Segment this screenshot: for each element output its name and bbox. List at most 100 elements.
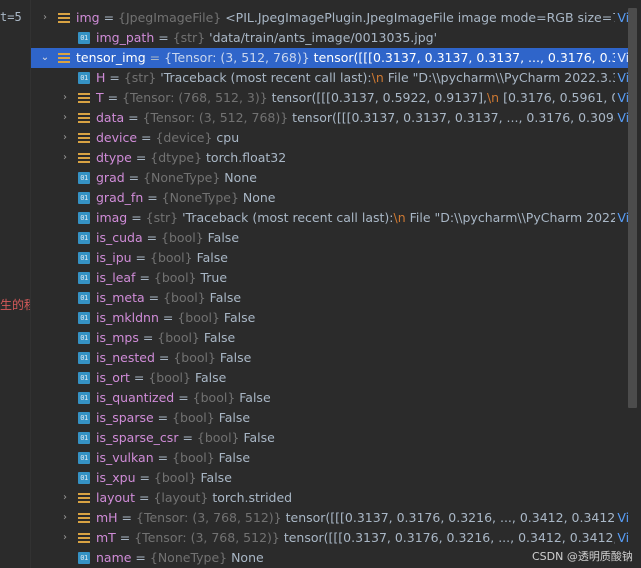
expand-arrow-icon[interactable]: › — [59, 488, 71, 508]
view-link[interactable]: View — [615, 528, 629, 548]
variable-name: is_nested — [96, 350, 155, 365]
variable-type: {bool} — [163, 290, 206, 305]
variable-row-is-xpu[interactable]: 01 is_xpu = {bool} False — [31, 468, 629, 488]
view-link[interactable]: View — [615, 68, 629, 88]
variable-type: {NoneType} — [143, 170, 221, 185]
variable-value: None — [227, 550, 264, 565]
variable-row-grad[interactable]: 01 grad = {NoneType} None — [31, 168, 629, 188]
list-field-icon — [78, 492, 90, 504]
variable-row-layout[interactable]: › layout = {layout} torch.strided — [31, 488, 629, 508]
primitive-field-icon: 01 — [78, 312, 90, 324]
variable-row-h[interactable]: 01 H = {str} 'Traceback (most recent call… — [31, 68, 629, 88]
equals-sign: = — [135, 270, 154, 285]
variable-row-mt[interactable]: › mT = {Tensor: (3, 768, 512)} tensor([[[… — [31, 528, 629, 548]
primitive-field-icon: 01 — [78, 432, 90, 444]
variable-row-is-sparse[interactable]: 01 is_sparse = {bool} False — [31, 408, 629, 428]
variable-row-is-vulkan[interactable]: 01 is_vulkan = {bool} False — [31, 448, 629, 468]
variable-text: layout = {layout} torch.strided — [96, 488, 292, 508]
primitive-field-icon: 01 — [78, 292, 90, 304]
primitive-field-icon: 01 — [78, 332, 90, 344]
variable-row-tensor-img[interactable]: ⌄ tensor_img = {Tensor: (3, 512, 768)} te… — [31, 48, 629, 68]
expand-arrow-icon[interactable]: › — [59, 108, 71, 128]
variable-type: {bool} — [153, 470, 197, 485]
primitive-field-icon: 01 — [78, 192, 90, 204]
variable-name: dtype — [96, 150, 132, 165]
scrollbar-thumb[interactable] — [628, 8, 637, 408]
variable-row-data[interactable]: › data = {Tensor: (3, 512, 768)} tensor([… — [31, 108, 629, 128]
variable-row-device[interactable]: › device = {device} cpu — [31, 128, 629, 148]
variable-type: {bool} — [173, 350, 216, 365]
variable-row-is-sparse-csr[interactable]: 01 is_sparse_csr = {bool} False — [31, 428, 629, 448]
expand-arrow-icon[interactable]: › — [59, 528, 71, 548]
variable-row-mh[interactable]: › mH = {Tensor: (3, 768, 512)} tensor([[[… — [31, 508, 629, 528]
variable-value: False — [235, 390, 271, 405]
variable-row-is-ipu[interactable]: 01 is_ipu = {bool} False — [31, 248, 629, 268]
view-link[interactable]: View — [615, 108, 629, 128]
variable-value: None — [220, 170, 257, 185]
variable-row-is-quantized[interactable]: 01 is_quantized = {bool} False — [31, 388, 629, 408]
variable-name: mH — [96, 510, 118, 525]
list-field-icon — [58, 52, 70, 64]
primitive-field-icon: 01 — [78, 352, 90, 364]
equals-sign: = — [174, 390, 193, 405]
expand-arrow-icon[interactable]: › — [59, 508, 71, 528]
expand-arrow-icon[interactable]: › — [59, 128, 71, 148]
expand-arrow-icon[interactable]: › — [39, 8, 51, 28]
variable-type: {bool} — [161, 230, 204, 245]
variable-row-is-meta[interactable]: 01 is_meta = {bool} False — [31, 288, 629, 308]
variable-row-is-mps[interactable]: 01 is_mps = {bool} False — [31, 328, 629, 348]
variable-value: False — [214, 450, 251, 465]
variable-type: {Tensor: (3, 768, 512)} — [136, 510, 282, 525]
variable-name: is_sparse_csr — [96, 430, 179, 445]
variable-type: {Tensor: (768, 512, 3)} — [122, 90, 268, 105]
variable-text: is_ipu = {bool} False — [96, 248, 228, 268]
variable-row-img[interactable]: › img = {JpegImageFile} <PIL.JpegImagePlu… — [31, 8, 629, 28]
variable-row-dtype[interactable]: › dtype = {dtype} torch.float32 — [31, 148, 629, 168]
variable-name: img — [76, 10, 100, 25]
variable-row-is-mkldnn[interactable]: 01 is_mkldnn = {bool} False — [31, 308, 629, 328]
variable-value: False — [215, 350, 252, 365]
variable-row-img-path[interactable]: 01 img_path = {str} 'data/train/ants_imag… — [31, 28, 629, 48]
variables-tree[interactable]: › img = {JpegImageFile} <PIL.JpegImagePlu… — [31, 8, 629, 568]
expand-arrow-icon[interactable]: › — [59, 148, 71, 168]
variable-row-grad-fn[interactable]: 01 grad_fn = {NoneType} None — [31, 188, 629, 208]
view-link[interactable]: View — [615, 208, 629, 228]
variable-text: is_nested = {bool} False — [96, 348, 251, 368]
variable-name: layout — [96, 490, 136, 505]
variable-text: T = {Tensor: (768, 512, 3)} tensor([[[0.… — [96, 88, 629, 108]
equals-sign: = — [154, 30, 173, 45]
equals-sign: = — [143, 190, 162, 205]
variable-name: is_ort — [96, 370, 130, 385]
variable-type: {Tensor: (3, 768, 512)} — [134, 530, 280, 545]
variable-name: is_mkldnn — [96, 310, 159, 325]
equals-sign: = — [124, 170, 144, 185]
view-link[interactable]: View — [615, 88, 629, 108]
list-field-icon — [78, 532, 90, 544]
list-field-icon — [78, 152, 90, 164]
variable-text: is_vulkan = {bool} False — [96, 448, 250, 468]
variable-name: grad_fn — [96, 190, 144, 205]
watermark: CSDN @透明质酸钠 — [532, 550, 633, 563]
variable-value-continued: File "D:\\pycharm\\PyCharm 2022.3.3\\plu… — [409, 210, 629, 225]
escape-sequence: \n — [486, 90, 500, 105]
variable-name: is_sparse — [96, 410, 154, 425]
primitive-field-icon: 01 — [78, 232, 90, 244]
variable-row-is-leaf[interactable]: 01 is_leaf = {bool} True — [31, 268, 629, 288]
view-link[interactable]: View — [615, 48, 629, 68]
view-link[interactable]: View — [615, 508, 629, 528]
variable-name: is_meta — [96, 290, 145, 305]
variable-row-is-ort[interactable]: 01 is_ort = {bool} False — [31, 368, 629, 388]
variable-type: {layout} — [153, 490, 209, 505]
variable-row-t[interactable]: › T = {Tensor: (768, 512, 3)} tensor([[[0… — [31, 88, 629, 108]
variable-text: dtype = {dtype} torch.float32 — [96, 148, 286, 168]
variable-row-is-cuda[interactable]: 01 is_cuda = {bool} False — [31, 228, 629, 248]
escape-sequence: \n — [371, 70, 384, 85]
view-link[interactable]: View — [615, 8, 629, 28]
variable-row-imag[interactable]: 01 imag = {str} 'Traceback (most recent c… — [31, 208, 629, 228]
collapse-arrow-icon[interactable]: ⌄ — [39, 48, 51, 68]
primitive-field-icon: 01 — [78, 552, 90, 564]
variable-text: imag = {str} 'Traceback (most recent cal… — [96, 208, 629, 228]
variable-row-is-nested[interactable]: 01 is_nested = {bool} False — [31, 348, 629, 368]
expand-arrow-icon[interactable]: › — [59, 88, 71, 108]
variable-name: is_vulkan — [96, 450, 154, 465]
